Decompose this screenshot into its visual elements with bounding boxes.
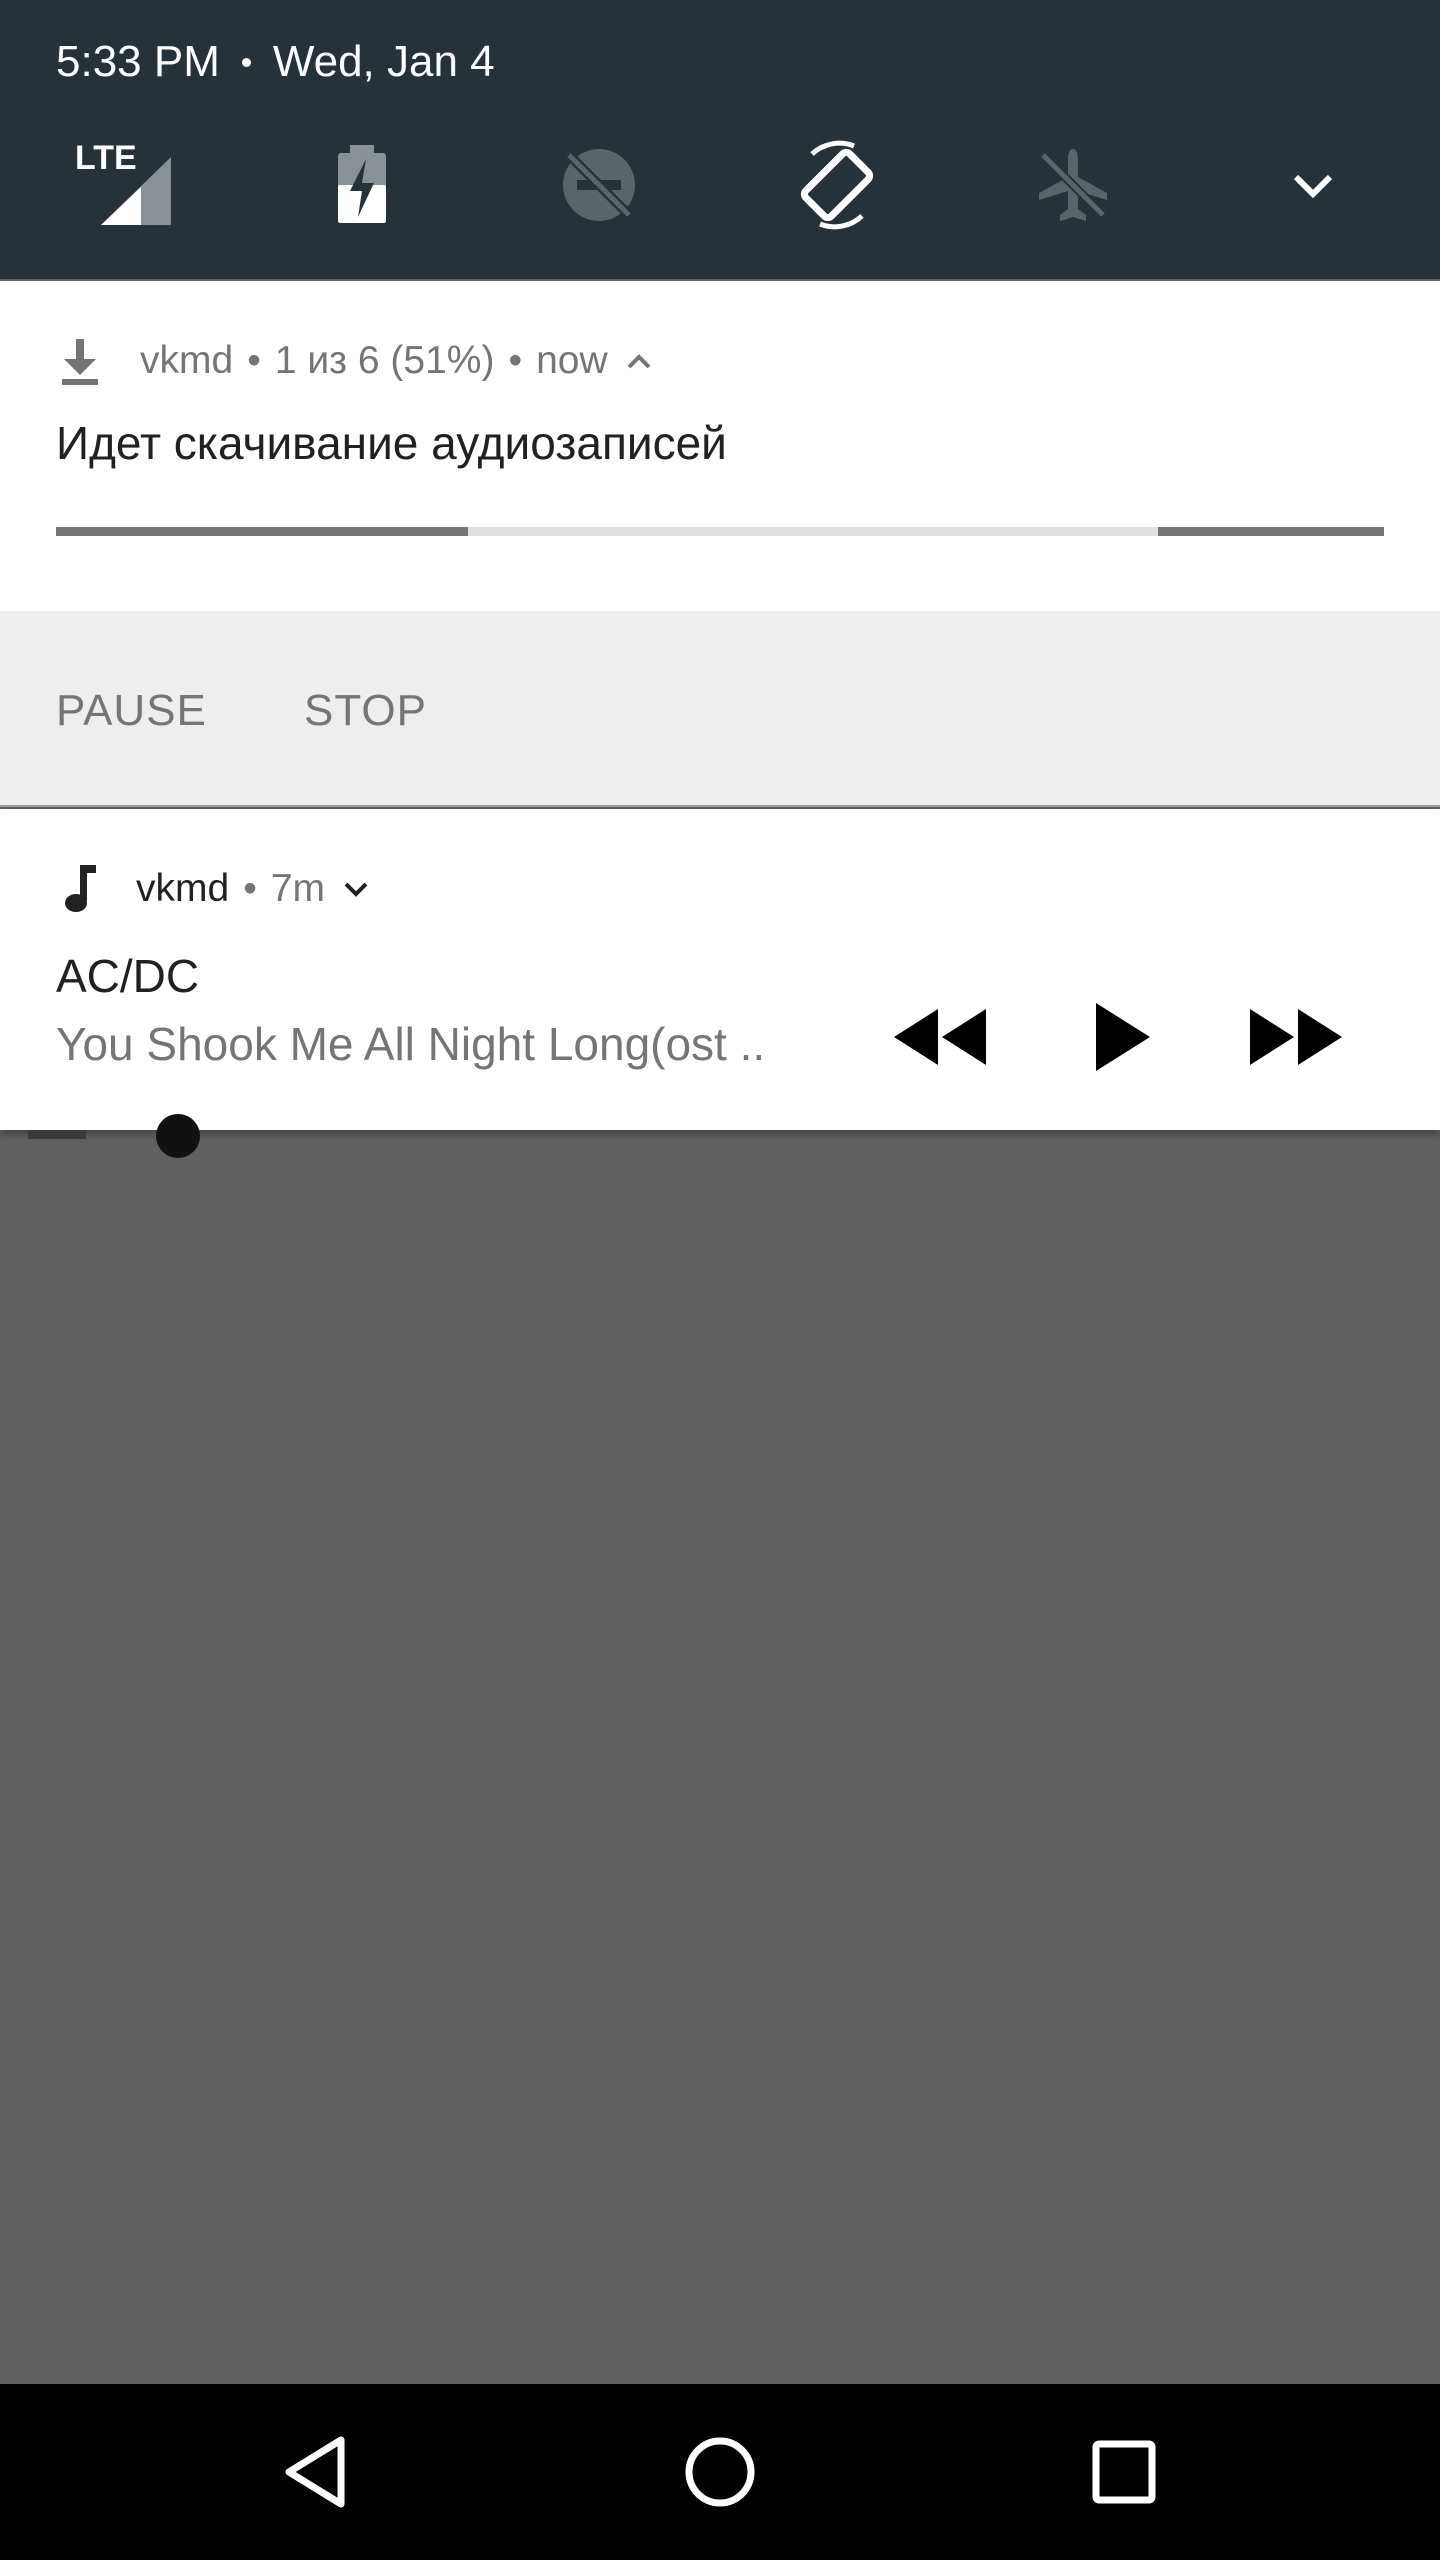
- background-app-fragment: [156, 1114, 200, 1158]
- expand-chevron-icon[interactable]: [1258, 130, 1368, 240]
- chevron-down-icon[interactable]: [341, 877, 371, 901]
- notification-title: Идет скачивание аудиозаписей: [56, 417, 727, 469]
- download-progress-bar: [56, 527, 1384, 536]
- notification-time: now: [536, 339, 608, 382]
- music-note-icon: [65, 865, 96, 912]
- navigation-bar: [0, 2384, 1440, 2560]
- app-name: vkmd: [136, 867, 230, 910]
- quick-settings-header: 5:33 PM Wed, Jan 4 LTE: [0, 0, 1440, 279]
- svg-text:LTE: LTE: [75, 139, 137, 177]
- notification-header: vkmd • 7m: [56, 859, 371, 919]
- media-track-title: You Shook Me All Night Long(ost ..: [56, 1018, 766, 1070]
- do-not-disturb-off-icon[interactable]: [544, 130, 654, 240]
- fast-forward-icon[interactable]: [1236, 977, 1356, 1097]
- play-icon[interactable]: [1062, 977, 1182, 1097]
- notification-time: 7m: [270, 867, 326, 910]
- recent-apps-icon[interactable]: [1069, 2417, 1179, 2527]
- separator: •: [508, 339, 523, 382]
- battery-charging-icon[interactable]: [307, 130, 417, 240]
- background-app-fragment: [28, 1130, 86, 1139]
- auto-rotate-icon[interactable]: [782, 130, 892, 240]
- clock: 5:33 PM: [56, 37, 220, 86]
- notification-actions: PAUSE STOP: [0, 611, 1440, 807]
- stop-button[interactable]: STOP: [304, 671, 427, 751]
- download-icon: [62, 339, 98, 385]
- separator-dot: [241, 57, 251, 67]
- media-artist: AC/DC: [56, 950, 200, 1002]
- pause-button[interactable]: PAUSE: [56, 671, 207, 751]
- home-icon[interactable]: [665, 2417, 775, 2527]
- date: Wed, Jan 4: [272, 37, 495, 86]
- notification-header: vkmd • 1 из 6 (51%) • now: [56, 331, 654, 391]
- separator: •: [247, 339, 261, 382]
- progress-secondary: [1158, 527, 1384, 536]
- lte-signal-icon[interactable]: LTE: [66, 130, 176, 240]
- app-name: vkmd: [140, 339, 234, 382]
- chevron-up-icon[interactable]: [624, 349, 654, 373]
- quick-settings-tiles: LTE: [0, 130, 1440, 240]
- back-icon[interactable]: [261, 2417, 371, 2527]
- rewind-icon[interactable]: [880, 977, 1000, 1097]
- date-time[interactable]: 5:33 PM Wed, Jan 4: [56, 32, 495, 92]
- airplane-mode-off-icon[interactable]: [1018, 130, 1128, 240]
- separator: •: [243, 867, 257, 910]
- download-progress-text: 1 из 6 (51%): [274, 339, 495, 382]
- download-notification[interactable]: vkmd • 1 из 6 (51%) • now Идет скачивани…: [0, 281, 1440, 611]
- progress-fill: [56, 527, 468, 536]
- media-notification[interactable]: vkmd • 7m AC/DC You Shook Me All Night L…: [0, 809, 1440, 1130]
